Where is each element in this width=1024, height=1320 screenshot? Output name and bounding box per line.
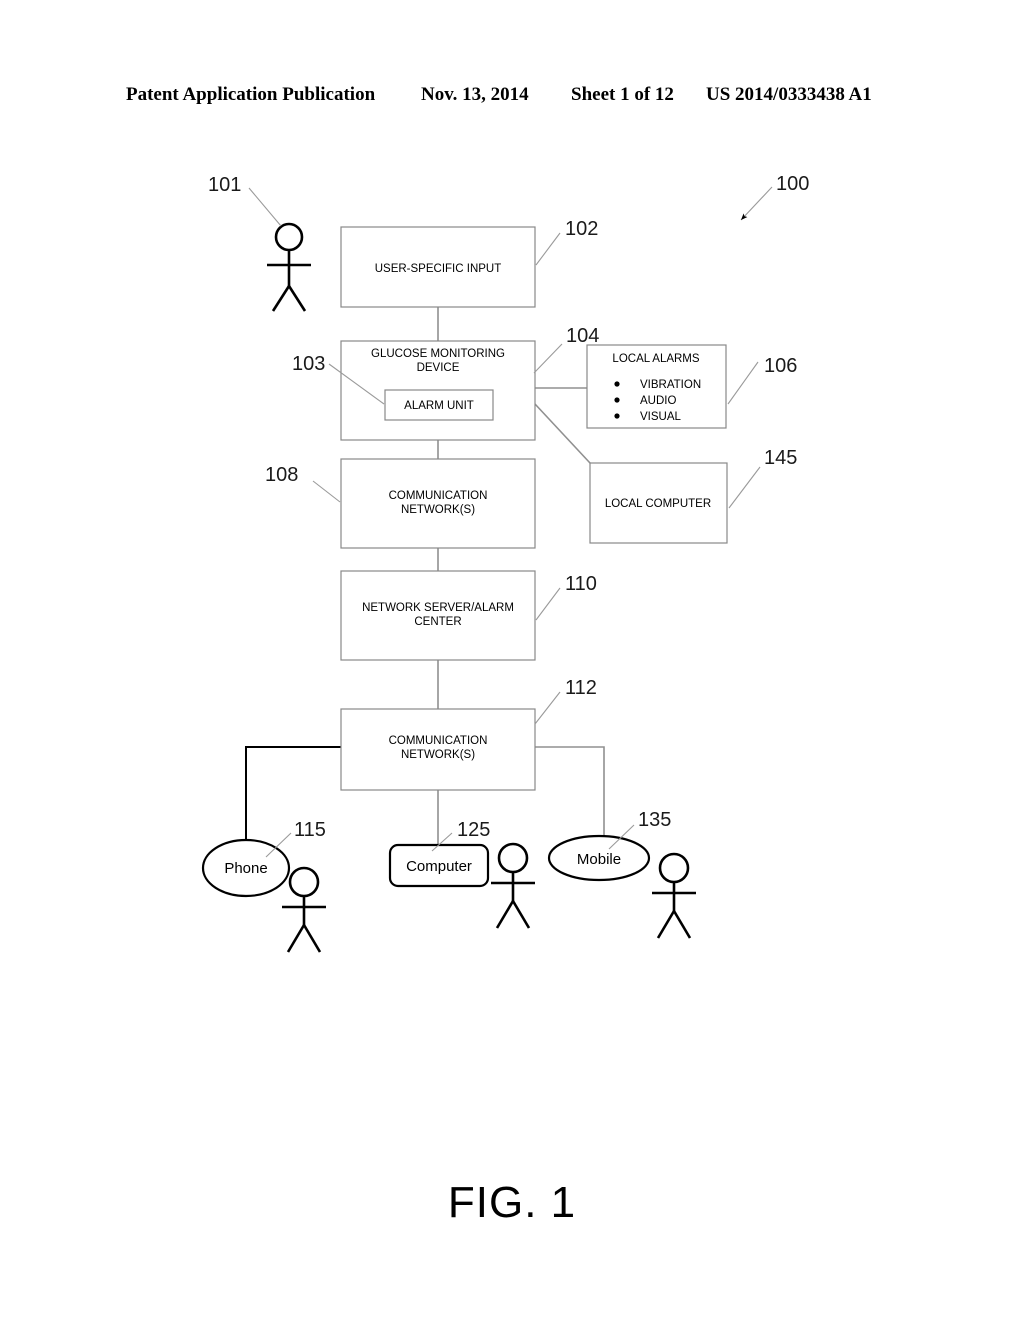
ref-106: 106 [764,355,797,377]
glucose-monitoring-device-label-line2: DEVICE [417,362,460,374]
actor-leg-left [495,900,515,929]
block-communication-network-lower[interactable]: COMMUNICATION NETWORK(S) [340,708,536,791]
actor-patient-101 [267,222,311,312]
leader-104 [533,343,563,374]
communication-network-lower-label-line1: COMMUNICATION [389,735,488,747]
figure-caption: FIG. 1 [447,1178,577,1227]
actor-leg-right [672,910,692,939]
local-alarms-item-0: VIBRATION [640,379,701,391]
ref-145: 145 [764,447,797,469]
local-alarms-bullet-0 [614,381,620,387]
communication-network-upper-label-line2: NETWORK(S) [401,504,475,516]
ref-108: 108 [265,464,298,486]
block-user-specific-input[interactable]: USER-SPECIFIC INPUT [340,226,536,308]
user-specific-input-label: USER-SPECIFIC INPUT [375,263,502,275]
block-computer[interactable]: Computer [388,843,490,888]
ref-125: 125 [457,819,490,841]
local-alarms-item-1: AUDIO [640,395,676,407]
block-network-server[interactable]: NETWORK SERVER/ALARM CENTER [340,570,536,661]
actor-phone-user [282,866,326,953]
actor-leg-left [271,285,291,312]
ref-100: 100 [776,173,809,195]
mobile-label: Mobile [577,851,621,868]
leader-145 [728,466,761,509]
actor-leg-right [287,285,307,312]
block-phone[interactable]: Phone [201,838,291,898]
network-server-label-line2: CENTER [414,616,461,628]
block-communication-network-upper[interactable]: COMMUNICATION NETWORK(S) [340,458,536,549]
leader-100 [740,186,773,221]
patent-figure-page: Patent Application Publication Nov. 13, … [0,0,1024,1320]
block-local-alarms[interactable]: LOCAL ALARMS VIBRATION AUDIO VISUAL [586,344,727,429]
block-glucose-monitoring-device[interactable]: GLUCOSE MONITORING DEVICE ALARM UNIT [340,340,536,441]
ref-104: 104 [566,325,599,347]
connector-112-to-135 [535,746,605,848]
leader-112 [534,691,561,725]
alarm-unit-label: ALARM UNIT [404,400,474,412]
block-local-computer[interactable]: LOCAL COMPUTER [589,462,728,544]
local-computer-label: LOCAL COMPUTER [605,498,711,510]
ref-102: 102 [565,218,598,240]
actor-computer-user [491,842,535,929]
connector-104-to-145 [534,403,591,464]
actor-head-icon [658,852,690,884]
local-alarms-title: LOCAL ALARMS [612,353,699,365]
leader-106 [727,361,759,405]
figure-1-diagram: USER-SPECIFIC INPUT GLUCOSE MONITORING D… [201,173,809,953]
network-server-label-line1: NETWORK SERVER/ALARM [362,602,514,614]
communication-network-lower-label-line2: NETWORK(S) [401,749,475,761]
ref-110: 110 [565,573,597,595]
leader-110 [535,587,561,621]
phone-label: Phone [224,860,267,877]
computer-label: Computer [406,858,472,875]
actor-head-icon [288,866,320,898]
ref-103: 103 [292,353,325,375]
ref-112: 112 [565,677,597,699]
local-alarms-item-2: VISUAL [640,411,682,423]
local-alarms-bullet-2 [614,413,620,419]
ref-101: 101 [208,174,241,196]
actor-head-icon [274,222,304,252]
communication-network-upper-label-line1: COMMUNICATION [389,490,488,502]
actor-leg-right [302,924,322,953]
leader-108 [312,480,341,503]
actor-mobile-user [652,852,696,939]
block-mobile[interactable]: Mobile [547,834,651,882]
ref-135: 135 [638,809,671,831]
glucose-monitoring-device-label-line1: GLUCOSE MONITORING [371,348,505,360]
actor-leg-left [656,910,676,939]
ref-115: 115 [294,819,326,841]
leader-102 [535,232,561,266]
leader-101 [248,187,282,227]
actor-leg-left [286,924,306,953]
local-alarms-bullet-1 [614,397,620,403]
actor-head-icon [497,842,529,874]
actor-leg-right [511,900,531,929]
